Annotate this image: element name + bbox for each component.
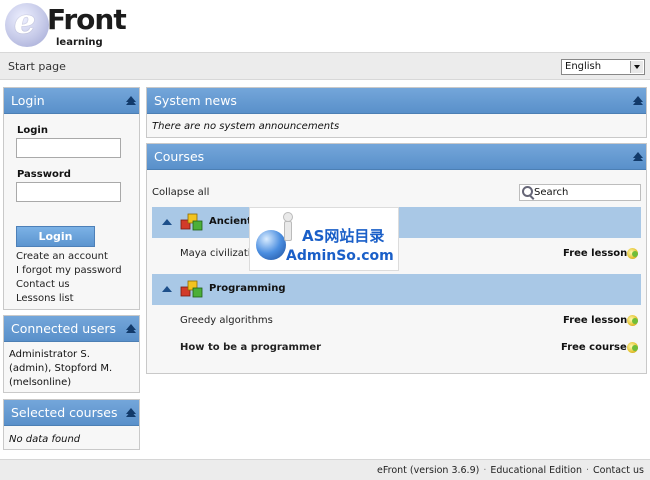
course-price: Free course [561, 342, 627, 353]
password-input[interactable] [16, 182, 121, 202]
language-value: English [565, 61, 602, 72]
watermark-logo: AS网站目录 AdminSo.com [249, 207, 399, 271]
login-input[interactable] [16, 138, 121, 158]
category-name: Programming [209, 283, 286, 294]
path-bar: Start page English [0, 52, 650, 80]
password-label: Password [17, 169, 71, 180]
category-name: Ancient [209, 216, 252, 227]
collapse-all-link[interactable]: Collapse all [152, 187, 209, 198]
create-account-link[interactable]: Create an account [16, 251, 108, 262]
login-label: Login [17, 125, 48, 136]
logo-learning: learning [56, 37, 103, 48]
search-placeholder: Search [534, 187, 569, 198]
watermark-text-2: AdminSo.com [286, 248, 394, 264]
category-programming[interactable]: Programming [152, 274, 641, 305]
selected-courses-header: Selected courses [4, 400, 139, 426]
lesson-price: Free lesson [563, 315, 628, 326]
selected-courses-title: Selected courses [11, 405, 118, 420]
system-news-header: System news [147, 88, 646, 114]
footer-edition: Educational Edition [490, 465, 583, 476]
cubes-icon [180, 213, 203, 231]
add-to-cart-icon[interactable] [627, 342, 638, 353]
selected-courses-panel: Selected courses No data found [3, 399, 140, 450]
cubes-icon [180, 280, 203, 298]
search-icon [522, 186, 533, 197]
system-news-panel: System news There are no system announce… [146, 87, 647, 138]
selected-courses-empty: No data found [9, 434, 81, 445]
watermark-text-1: AS网站目录 [302, 227, 385, 245]
collapse-icon[interactable] [126, 324, 136, 333]
person-figure-icon [280, 212, 294, 241]
collapse-icon[interactable] [162, 286, 172, 292]
connected-users-panel: Connected users Administrator S. (admin)… [3, 315, 140, 393]
add-to-cart-icon[interactable] [627, 248, 638, 259]
collapse-icon[interactable] [633, 96, 643, 105]
collapse-icon[interactable] [126, 96, 136, 105]
forgot-password-link[interactable]: I forgot my password [16, 265, 122, 276]
system-news-title: System news [154, 93, 237, 108]
connected-users-header: Connected users [4, 316, 139, 342]
logo-front: Front [47, 3, 127, 36]
courses-header: Courses [147, 144, 646, 170]
connected-users-title: Connected users [11, 321, 117, 336]
language-select[interactable]: English [561, 59, 645, 75]
logo-e: e [14, 2, 36, 42]
header: e Front learning [0, 0, 650, 52]
courses-title: Courses [154, 149, 205, 164]
connected-users-list: Administrator S. (admin), Stopford M. (m… [9, 349, 113, 388]
lesson-price: Free lesson [563, 248, 628, 259]
login-panel: Login Login Password Login Create an acc… [3, 87, 140, 310]
lesson-greedy-algorithms[interactable]: Greedy algorithms [180, 315, 273, 326]
search-input[interactable]: Search [519, 184, 641, 201]
collapse-icon[interactable] [633, 152, 643, 161]
footer-text: eFront (version 3.6.9) · Educational Editi… [377, 465, 644, 476]
login-panel-title: Login [11, 93, 45, 108]
system-news-text: There are no system announcements [152, 121, 340, 132]
breadcrumb-start-page[interactable]: Start page [8, 60, 66, 73]
collapse-icon[interactable] [126, 408, 136, 417]
footer-contact-link[interactable]: Contact us [593, 465, 644, 476]
add-to-cart-icon[interactable] [627, 315, 638, 326]
chevron-down-icon[interactable] [630, 61, 643, 73]
login-button[interactable]: Login [16, 226, 95, 247]
lessons-list-link[interactable]: Lessons list [16, 293, 74, 304]
login-panel-header: Login [4, 88, 139, 114]
collapse-icon[interactable] [162, 219, 172, 225]
footer-version: eFront (version 3.6.9) [377, 465, 480, 476]
course-how-to-be-a-programmer[interactable]: How to be a programmer [180, 342, 321, 353]
footer: eFront (version 3.6.9) · Educational Editi… [0, 459, 650, 480]
contact-us-link[interactable]: Contact us [16, 279, 70, 290]
